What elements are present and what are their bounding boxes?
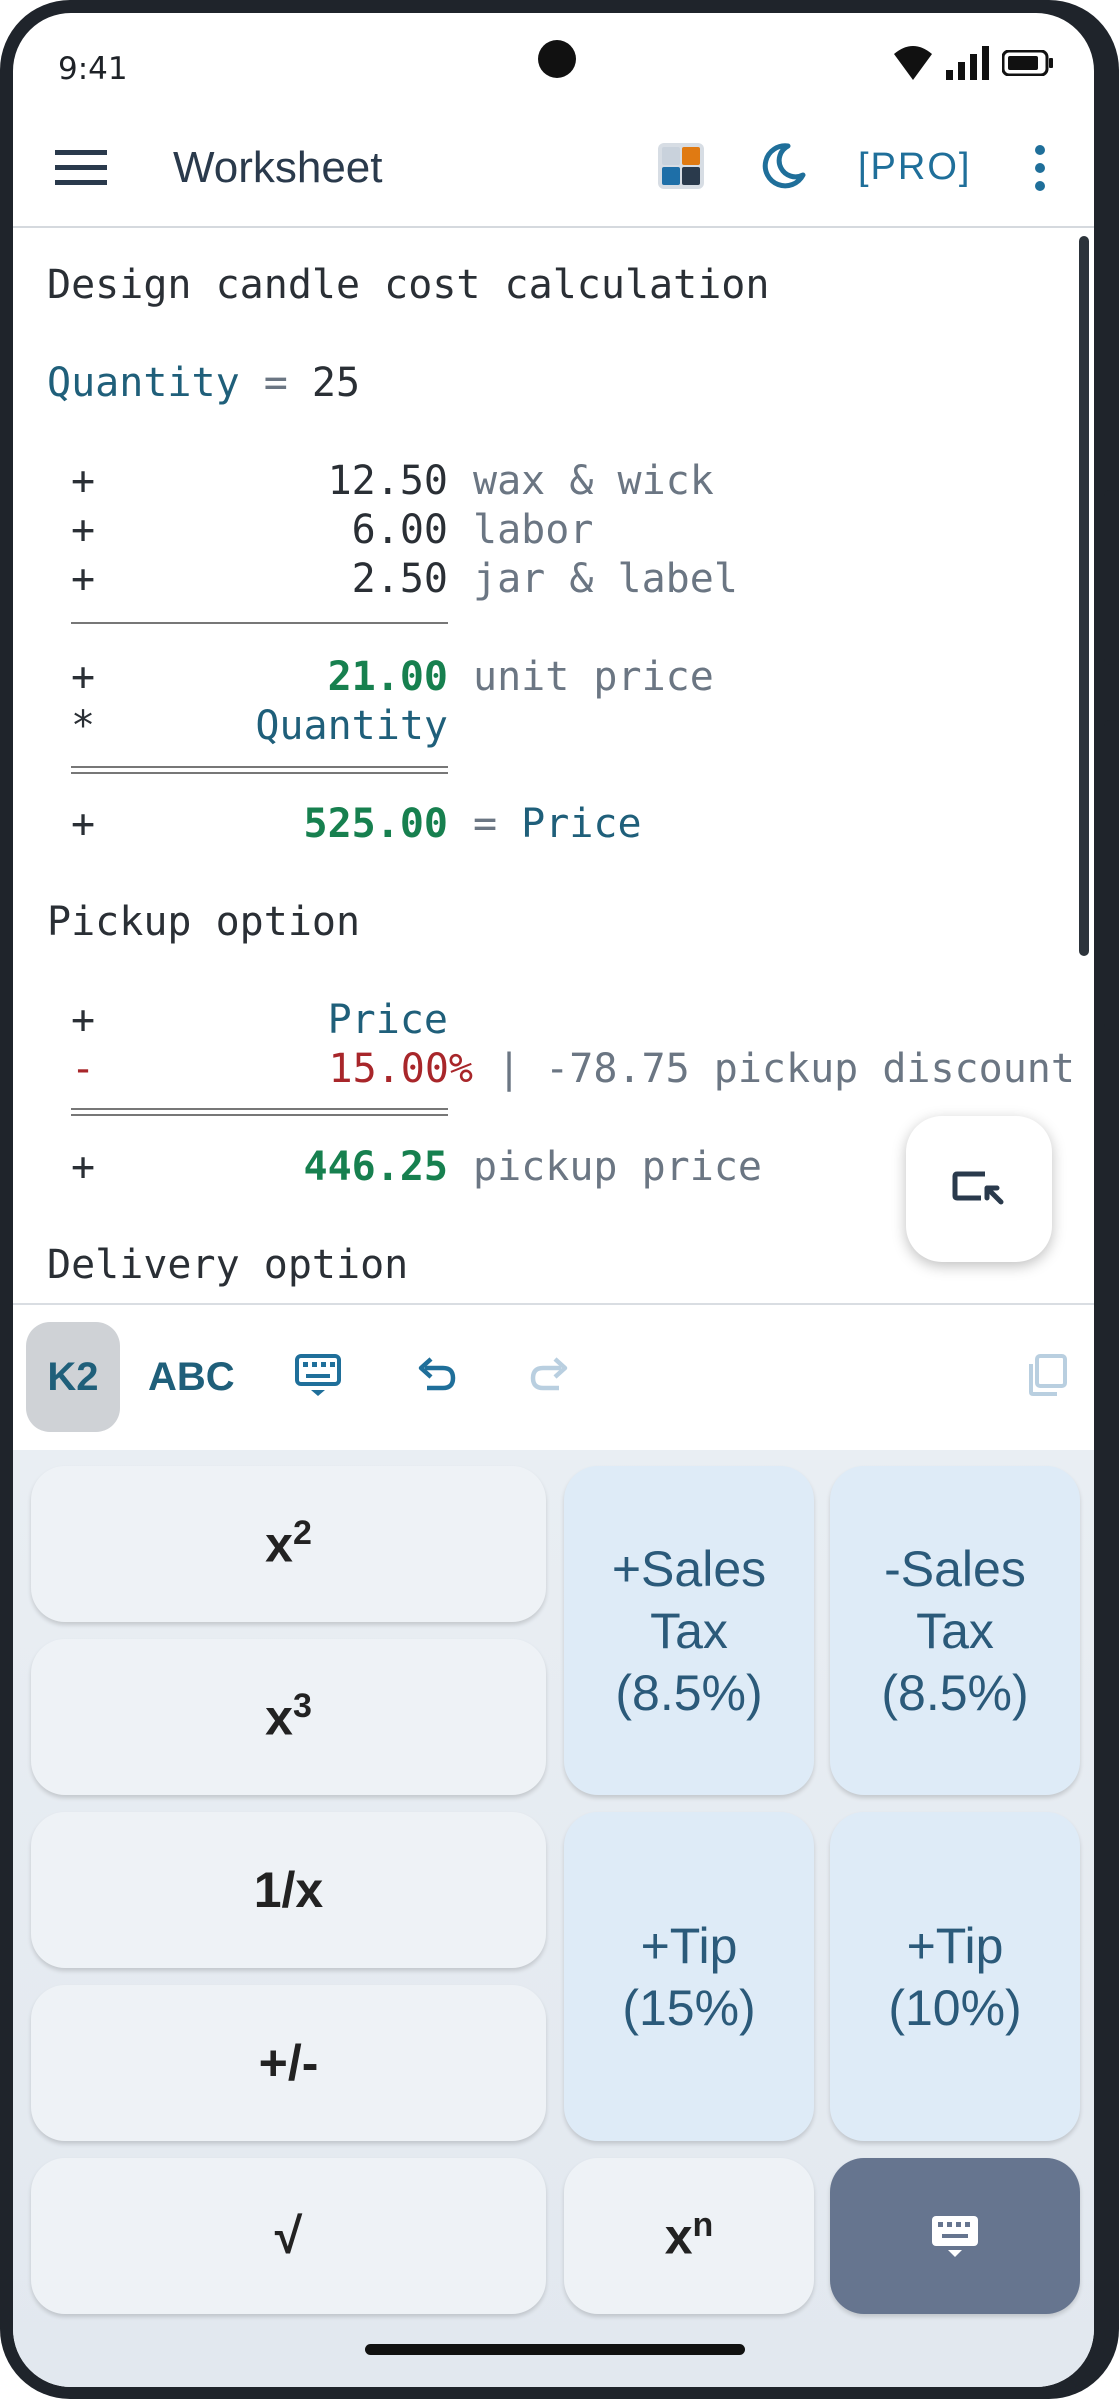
- quantity-value: 25: [311, 360, 361, 406]
- subtotal-divider: [71, 622, 448, 624]
- app-bar: Worksheet [PRO]: [13, 108, 1094, 228]
- key-label: xn: [664, 2206, 714, 2265]
- side-button-upper: [1104, 490, 1119, 665]
- operator: *: [71, 703, 96, 749]
- key-label: x2: [265, 1514, 312, 1573]
- delivery-heading: Delivery option: [47, 1242, 409, 1288]
- tip-15-key[interactable]: +Tip (15%): [564, 1812, 814, 2141]
- price-variable: Price: [521, 801, 642, 847]
- comment: unit price: [473, 654, 714, 700]
- worksheet-scrollbar[interactable]: [1079, 236, 1089, 956]
- quantity-variable: Quantity: [47, 360, 240, 406]
- equals-sign: =: [473, 801, 522, 847]
- pickup-double-divider: [71, 1108, 448, 1116]
- amount: 6.00: [351, 507, 448, 553]
- comment: labor: [473, 507, 594, 553]
- key-label: +Tip (15%): [622, 1917, 756, 2036]
- plus-sales-tax-key[interactable]: +Sales Tax (8.5%): [564, 1466, 814, 1795]
- signal-icon: [946, 46, 989, 80]
- keyboard-switch-key[interactable]: [830, 2158, 1080, 2314]
- copy-icon[interactable]: [1023, 1350, 1073, 1400]
- front-camera: [538, 40, 576, 78]
- key-label: -Sales Tax (8.5%): [881, 1540, 1029, 1721]
- keyboard-toolbar: K2 ABC: [13, 1303, 1094, 1452]
- operator: +: [71, 458, 96, 504]
- operator: +: [71, 556, 96, 602]
- discount-comment: | -78.75 pickup discount: [497, 1046, 1075, 1092]
- total-double-divider: [71, 766, 448, 774]
- pickup-price-result: 446.25: [303, 1144, 449, 1190]
- equals-sign: =: [239, 360, 312, 406]
- comment: pickup price: [473, 1144, 762, 1190]
- key-label: x3: [265, 1687, 312, 1746]
- negate-key[interactable]: +/-: [31, 1985, 546, 2141]
- function-keypad: x2 x3 1/x +/- √ +Sales Tax (8.5%) -Sales Ta…: [13, 1450, 1094, 2387]
- keyboard-collapse-icon: [952, 1171, 1004, 1205]
- key-label: +Sales Tax (8.5%): [611, 1540, 767, 1721]
- quantity-line: Quantity = 25: [47, 359, 360, 407]
- unit-price-result: 21.00: [327, 654, 448, 700]
- status-icons: [892, 43, 1054, 83]
- amount: 12.50: [327, 458, 448, 504]
- x-squared-key[interactable]: x2: [31, 1466, 546, 1622]
- x-cubed-key[interactable]: x3: [31, 1639, 546, 1795]
- operator: +: [71, 1144, 96, 1190]
- tab-abc-keyboard[interactable]: ABC: [148, 1322, 235, 1432]
- operator: +: [71, 654, 96, 700]
- screen: 9:41 Worksheet [PRO] Design candle cost …: [13, 13, 1094, 2387]
- worksheet-heading: Design candle cost calculation: [47, 262, 770, 308]
- battery-icon: [1002, 50, 1053, 76]
- side-button-lower: [1104, 720, 1119, 1030]
- amount: 2.50: [351, 556, 448, 602]
- wifi-icon: [894, 46, 932, 80]
- x-power-n-key[interactable]: xn: [564, 2158, 814, 2314]
- price-reference: Price: [327, 997, 448, 1043]
- discount-percent: 15.00%: [328, 1046, 474, 1092]
- minus-operator: -: [71, 1046, 96, 1092]
- operator: +: [71, 507, 96, 553]
- key-label: +Tip (10%): [888, 1917, 1022, 2036]
- spreadsheet-view-icon[interactable]: [658, 143, 704, 189]
- page-title: Worksheet: [173, 143, 383, 192]
- more-options-icon[interactable]: [1033, 144, 1047, 192]
- square-root-key[interactable]: √: [31, 2158, 546, 2314]
- system-keyboard-icon[interactable]: [293, 1350, 343, 1400]
- minus-sales-tax-key[interactable]: -Sales Tax (8.5%): [830, 1466, 1080, 1795]
- home-indicator[interactable]: [365, 2344, 745, 2355]
- comment: jar & label: [473, 556, 738, 602]
- redo-icon[interactable]: [525, 1350, 575, 1400]
- operator: +: [71, 997, 96, 1043]
- status-bar: 9:41: [13, 13, 1094, 108]
- phone-frame: 9:41 Worksheet [PRO] Design candle cost …: [0, 0, 1119, 2399]
- tab-k2-keypad[interactable]: K2: [26, 1322, 120, 1432]
- undo-icon[interactable]: [411, 1350, 461, 1400]
- pickup-heading: Pickup option: [47, 899, 361, 945]
- reciprocal-key[interactable]: 1/x: [31, 1812, 546, 1968]
- price-result: 525.00: [303, 801, 449, 847]
- dark-mode-moon-icon[interactable]: [758, 141, 808, 191]
- hamburger-menu-icon[interactable]: [55, 148, 107, 186]
- pro-upgrade-button[interactable]: [PRO]: [858, 146, 971, 189]
- quantity-reference: Quantity: [255, 703, 448, 749]
- operator: +: [71, 801, 96, 847]
- keyboard-icon: [932, 2216, 978, 2257]
- worksheet-editor[interactable]: Design candle cost calculation Quantity …: [13, 228, 1094, 1303]
- comment: wax & wick: [473, 458, 714, 504]
- status-time: 9:41: [58, 51, 128, 87]
- collapse-keyboard-fab[interactable]: [906, 1116, 1052, 1262]
- price-assignment: = Price: [473, 800, 642, 848]
- tip-10-key[interactable]: +Tip (10%): [830, 1812, 1080, 2141]
